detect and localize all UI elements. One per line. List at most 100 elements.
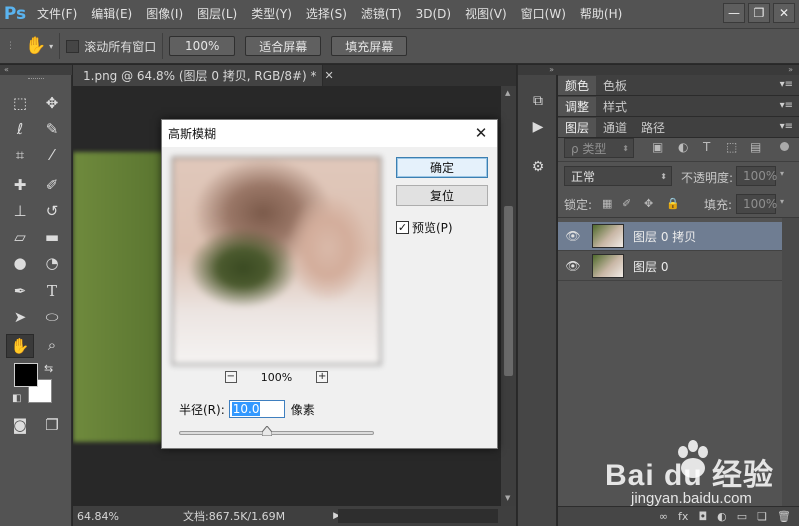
gradient-tool-icon[interactable]: ▬ (40, 226, 64, 248)
preview-checkbox-row[interactable]: ✓ 预览(P) (396, 219, 453, 236)
layer-row[interactable]: 👁 图层 0 (558, 252, 782, 281)
lasso-tool-icon[interactable]: ℓ (8, 118, 32, 140)
move-tool-icon[interactable]: ✥ (40, 92, 64, 114)
restore-button[interactable]: ❐ (748, 3, 770, 23)
blur-tool-icon[interactable]: ● (8, 252, 32, 274)
opacity-chevron-icon[interactable]: ▾ (780, 169, 784, 178)
filter-pixel-icon[interactable]: ▣ (652, 140, 663, 154)
type-tool-icon[interactable]: T (40, 280, 64, 302)
zoom-tool-icon[interactable]: ⌕ (40, 334, 64, 356)
screen-mode-icon[interactable]: ❐ (40, 414, 64, 436)
zoom-out-button[interactable]: − (224, 371, 237, 383)
filter-toggle-icon[interactable] (780, 142, 789, 151)
ellipse-tool-icon[interactable]: ⬭ (40, 306, 64, 328)
horizontal-scrollbar[interactable] (338, 509, 498, 523)
fill-chevron-icon[interactable]: ▾ (780, 197, 784, 206)
scroll-all-windows-checkbox[interactable] (66, 39, 80, 53)
reset-button[interactable]: 复位 (396, 185, 488, 206)
filter-adjust-icon[interactable]: ◐ (678, 140, 688, 154)
zoom-in-button[interactable]: + (316, 371, 329, 383)
lock-position-icon[interactable]: ✥ (644, 197, 653, 210)
tab-swatches[interactable]: 色板 (596, 76, 634, 95)
menu-file[interactable]: 文件(F) (30, 0, 84, 28)
menu-filter[interactable]: 滤镜(T) (354, 0, 409, 28)
quick-select-tool-icon[interactable]: ✎ (40, 118, 64, 140)
panels-collapse-icon[interactable]: » (558, 65, 799, 75)
hand-tool-icon[interactable]: ✋ (6, 334, 34, 358)
tab-color[interactable]: 颜色 (558, 76, 597, 95)
menu-help[interactable]: 帮助(H) (573, 0, 629, 28)
vertical-scrollbar[interactable]: ▲ ▼ (501, 86, 516, 506)
tab-adjustments[interactable]: 调整 (558, 97, 597, 116)
blur-preview[interactable] (172, 157, 381, 365)
properties-panel-icon[interactable]: ⚙ (528, 157, 548, 177)
fit-screen-button[interactable]: 适合屏幕 (245, 36, 322, 56)
filter-smart-icon[interactable]: ▤ (750, 140, 761, 154)
dock-collapse-icon[interactable]: » (518, 65, 558, 75)
scroll-down-icon[interactable]: ▼ (505, 494, 510, 502)
foreground-color-swatch[interactable] (14, 363, 38, 387)
eraser-tool-icon[interactable]: ▱ (8, 226, 32, 248)
default-colors-icon[interactable]: ◧ (12, 393, 21, 404)
fill-input[interactable]: 100% (736, 194, 777, 214)
marquee-tool-icon[interactable]: ⬚ (8, 92, 32, 114)
menu-image[interactable]: 图像(I) (139, 0, 190, 28)
radius-slider-track[interactable] (179, 431, 374, 435)
swap-colors-icon[interactable]: ⇆ (44, 362, 53, 375)
menu-3d[interactable]: 3D(D) (409, 0, 458, 28)
radius-input[interactable]: 10.0 (228, 400, 285, 418)
visibility-eye-icon[interactable]: 👁 (558, 259, 588, 273)
brush-tool-icon[interactable]: ✐ (40, 174, 64, 196)
lock-transparent-icon[interactable]: ▦ (602, 197, 612, 210)
radius-slider-thumb[interactable] (261, 426, 272, 436)
ok-button[interactable]: 确定 (396, 157, 488, 178)
panel-menu-icon[interactable]: ▾≡ (780, 100, 793, 111)
pen-tool-icon[interactable]: ✒ (8, 280, 32, 302)
dodge-tool-icon[interactable]: ◔ (40, 252, 64, 274)
menu-window[interactable]: 窗口(W) (514, 0, 573, 28)
vertical-scroll-thumb[interactable] (504, 206, 513, 376)
panel-menu-icon[interactable]: ▾≡ (780, 79, 793, 90)
filter-shape-icon[interactable]: ⬚ (726, 140, 737, 154)
eyedropper-tool-icon[interactable]: ⁄ (40, 144, 64, 166)
tab-styles[interactable]: 样式 (596, 97, 634, 116)
menu-edit[interactable]: 编辑(E) (84, 0, 139, 28)
crop-tool-icon[interactable]: ⌗ (8, 144, 32, 166)
tool-preset-chevron-icon[interactable]: ▾ (49, 42, 53, 51)
scroll-up-icon[interactable]: ▲ (505, 89, 510, 97)
layer-filter-kind-select[interactable]: ρ 类型 ⬍ (564, 138, 634, 158)
opacity-input[interactable]: 100% (736, 166, 777, 186)
healing-brush-tool-icon[interactable]: ✚ (8, 174, 32, 196)
lock-pixels-icon[interactable]: ✐ (622, 197, 631, 210)
minimize-button[interactable]: — (723, 3, 745, 23)
preview-checkbox[interactable]: ✓ (396, 221, 409, 234)
tab-channels[interactable]: 通道 (596, 118, 634, 137)
visibility-eye-icon[interactable]: 👁 (558, 229, 588, 243)
filter-type-icon[interactable]: T (703, 140, 710, 154)
lock-all-icon[interactable]: 🔒 (666, 197, 680, 210)
menu-view[interactable]: 视图(V) (458, 0, 514, 28)
hand-icon[interactable]: ✋ (25, 36, 46, 56)
layer-row[interactable]: 👁 图层 0 拷贝 (558, 222, 782, 251)
dialog-titlebar[interactable]: 高斯模糊 ✕ (162, 120, 497, 147)
menu-select[interactable]: 选择(S) (299, 0, 354, 28)
tab-layers[interactable]: 图层 (558, 118, 597, 137)
history-brush-tool-icon[interactable]: ↺ (40, 200, 64, 222)
history-panel-icon[interactable]: ⧉ (528, 91, 548, 111)
close-icon[interactable]: ✕ (471, 123, 491, 143)
close-icon[interactable]: ✕ (325, 69, 334, 82)
zoom-100-button[interactable]: 100% (169, 36, 236, 56)
menu-layer[interactable]: 图层(L) (190, 0, 244, 28)
menu-type[interactable]: 类型(Y) (244, 0, 299, 28)
tools-collapse-icon[interactable]: « (0, 65, 72, 75)
path-select-tool-icon[interactable]: ➤ (8, 306, 32, 328)
clone-stamp-tool-icon[interactable]: ⊥ (8, 200, 32, 222)
actions-panel-icon[interactable]: ▶ (528, 117, 548, 137)
panel-menu-icon[interactable]: ▾≡ (780, 121, 793, 132)
status-zoom[interactable]: 64.84% (77, 510, 137, 523)
tab-paths[interactable]: 路径 (634, 118, 672, 137)
blend-mode-select[interactable]: 正常 ⬍ (564, 166, 672, 186)
fill-screen-button[interactable]: 填充屏幕 (331, 36, 408, 56)
quick-mask-icon[interactable]: ◙ (8, 414, 32, 436)
document-tab[interactable]: 1.png @ 64.8% (图层 0 拷贝, RGB/8#) * ✕ (73, 65, 334, 86)
